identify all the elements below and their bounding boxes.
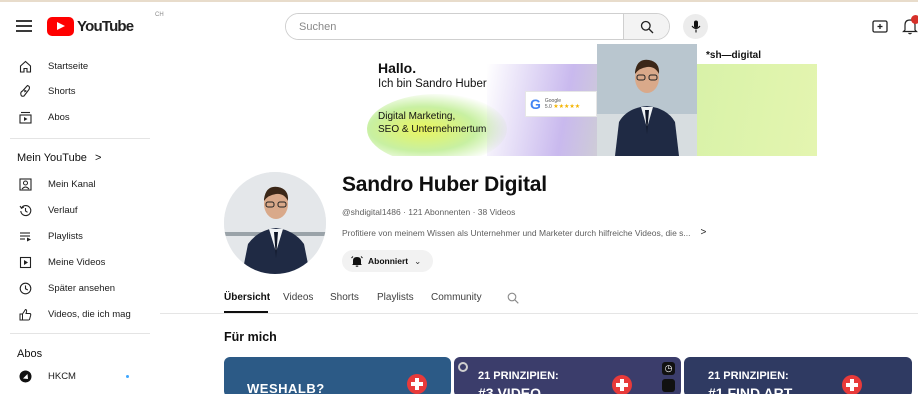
tab-playlists[interactable]: Playlists [377,292,414,303]
channel-description[interactable]: Profitiere von meinem Wissen als Unterne… [342,227,706,238]
sidebar-item-hkcm[interactable]: HKCM [0,365,160,387]
liked-videos-icon [18,307,32,321]
subscribed-button[interactable]: Abonniert ⌄ [342,250,433,272]
sidebar-item-home[interactable]: Startseite [0,55,160,77]
country-code: CH [155,12,164,18]
banner-topics-line: Digital Marketing, [378,111,456,122]
star-rating-icon: ★★★★★ [553,104,581,110]
video-thumbnail[interactable]: WESHALB? [224,357,451,394]
video-title: #1 FIND ART [708,385,793,394]
sidebar-item-watch-later[interactable]: Später ansehen [0,277,160,299]
chevron-down-icon: ⌄ [414,255,422,266]
swiss-cross-icon [407,374,427,394]
section-title: Mein YouTube [17,152,87,164]
create-video-icon[interactable] [872,19,888,33]
playlists-icon [18,229,32,243]
sidebar-item-liked-videos[interactable]: Videos, die ich mag [0,303,160,325]
tab-community[interactable]: Community [431,292,482,303]
sidebar-item-your-videos[interactable]: Meine Videos [0,251,160,273]
sidebar-item-label: Startseite [48,60,89,72]
sidebar-item-label: Später ansehen [48,282,116,294]
channel-name: Sandro Huber Digital [342,173,547,196]
youtube-wordmark: YouTube [77,17,134,35]
sidebar-section-you[interactable]: Mein YouTube > [17,152,101,164]
video-title: #3 VIDEO [478,385,542,394]
video-thumbnail[interactable]: 21 PRINZIPIEN: #3 VIDEO ◷ [454,357,681,394]
search-bar [285,13,670,40]
tab-shorts[interactable]: Shorts [330,292,359,303]
sidebar-item-label: Videos, die ich mag [48,308,131,320]
top-edge-line [0,0,918,2]
subscribed-label: Abonniert [368,256,409,266]
video-title: WESHALB? [247,381,325,394]
google-rating-badge: G Google 5.0 ★★★★★ [525,91,597,117]
sidebar-item-label: Shorts [48,85,76,97]
new-content-dot [126,375,129,378]
sidebar-item-playlists[interactable]: Playlists [0,225,160,247]
notifications-button[interactable] [902,15,918,35]
watch-later-icon [18,281,32,295]
banner-topics-line: SEO & Unternehmertum [378,124,487,135]
watch-later-icon[interactable]: ◷ [662,362,675,375]
channel-avatar-large[interactable] [224,172,326,274]
microphone-icon [691,20,700,33]
sidebar-divider [10,333,150,334]
youtube-play-icon [47,16,74,36]
tabs-divider [160,313,918,314]
sidebar-item-your-channel[interactable]: Mein Kanal [0,173,160,195]
sidebar-item-shorts[interactable]: Shorts [0,80,160,102]
google-rating-value: 5.0 [544,104,552,110]
video-title: 21 PRINZIPIEN: [478,370,559,382]
swiss-cross-icon [842,375,862,394]
subscriptions-icon [18,110,32,124]
voice-search-button[interactable] [683,14,708,39]
search-button[interactable] [623,14,669,39]
avatar-portrait [224,172,326,274]
banner-portrait [597,44,697,156]
channel-description-text: Profitiere von meinem Wissen als Unterne… [342,227,691,238]
channel-meta: @shdigital1486 · 121 Abonnenten · 38 Vid… [342,207,516,217]
sidebar-item-subscriptions[interactable]: Abos [0,106,160,128]
home-icon [18,59,32,73]
section-title: Für mich [224,330,277,344]
sidebar-item-label: Mein Kanal [48,178,96,190]
banner-intro: Ich bin Sandro Huber [378,78,487,90]
sidebar-item-label: Meine Videos [48,256,106,268]
google-rating-text: Google 5.0 ★★★★★ [545,98,580,110]
banner-brand: *sh—digital [706,50,762,61]
chevron-right-icon: > [95,152,102,164]
menu-icon[interactable] [16,20,32,32]
swiss-cross-icon [612,375,632,394]
notification-badge [911,15,918,24]
google-icon: G [530,96,541,112]
banner-greeting: Hallo. [378,60,417,76]
sidebar-item-history[interactable]: Verlauf [0,199,160,221]
shorts-icon [18,84,32,98]
search-input[interactable] [286,14,623,39]
search-icon [640,20,653,33]
channel-banner: Hallo. Ich bin Sandro Huber Digital Mark… [367,44,817,156]
sidebar-divider [10,138,150,139]
sidebar-item-label: HKCM [48,370,76,382]
youtube-logo[interactable]: YouTube CH [47,12,164,36]
sidebar-section-subscriptions: Abos [17,348,43,360]
chevron-right-icon: > [700,227,707,238]
bell-icon [351,256,363,267]
sidebar-item-label: Verlauf [48,204,78,216]
sidebar-item-label: Playlists [48,230,83,242]
your-channel-icon [18,177,32,191]
video-title: 21 PRINZIPIEN: [708,370,789,382]
banner-topics: Digital Marketing, SEO & Unternehmertum [378,110,486,136]
tab-overview[interactable]: Übersicht [224,292,270,303]
video-thumbnail[interactable]: 21 PRINZIPIEN: #1 FIND ART [684,357,912,394]
your-videos-icon [18,255,32,269]
search-icon[interactable] [507,292,519,304]
add-to-queue-icon[interactable] [662,379,675,392]
history-icon [18,203,32,217]
loading-icon [458,362,468,372]
tab-videos[interactable]: Videos [283,292,313,303]
sidebar-item-label: Abos [48,111,70,123]
channel-avatar [18,369,32,383]
